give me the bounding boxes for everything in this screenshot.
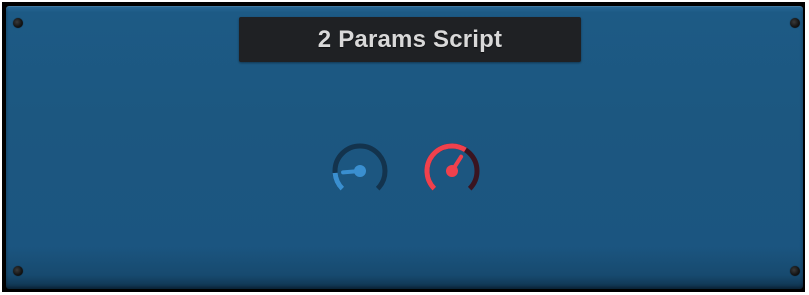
param-2-knob[interactable] xyxy=(421,140,483,202)
param-2-knob-graphic xyxy=(424,143,480,191)
param-1-knob-hub xyxy=(354,165,366,177)
param-1-knob[interactable] xyxy=(329,140,391,202)
screw-bottom-right-icon xyxy=(790,266,800,276)
param-1-knob-graphic xyxy=(332,143,388,191)
screw-top-left-icon xyxy=(13,18,23,28)
param-2-knob-value-arc xyxy=(424,143,467,191)
param-1-knob-value-arc xyxy=(332,172,345,191)
screw-top-right-icon xyxy=(790,18,800,28)
param-2-knob-hub xyxy=(446,165,458,177)
plugin-panel: 2 Params Script xyxy=(6,6,803,289)
screw-bottom-left-icon xyxy=(13,266,23,276)
plugin-title: 2 Params Script xyxy=(317,25,503,53)
title-box: 2 Params Script xyxy=(239,17,581,62)
